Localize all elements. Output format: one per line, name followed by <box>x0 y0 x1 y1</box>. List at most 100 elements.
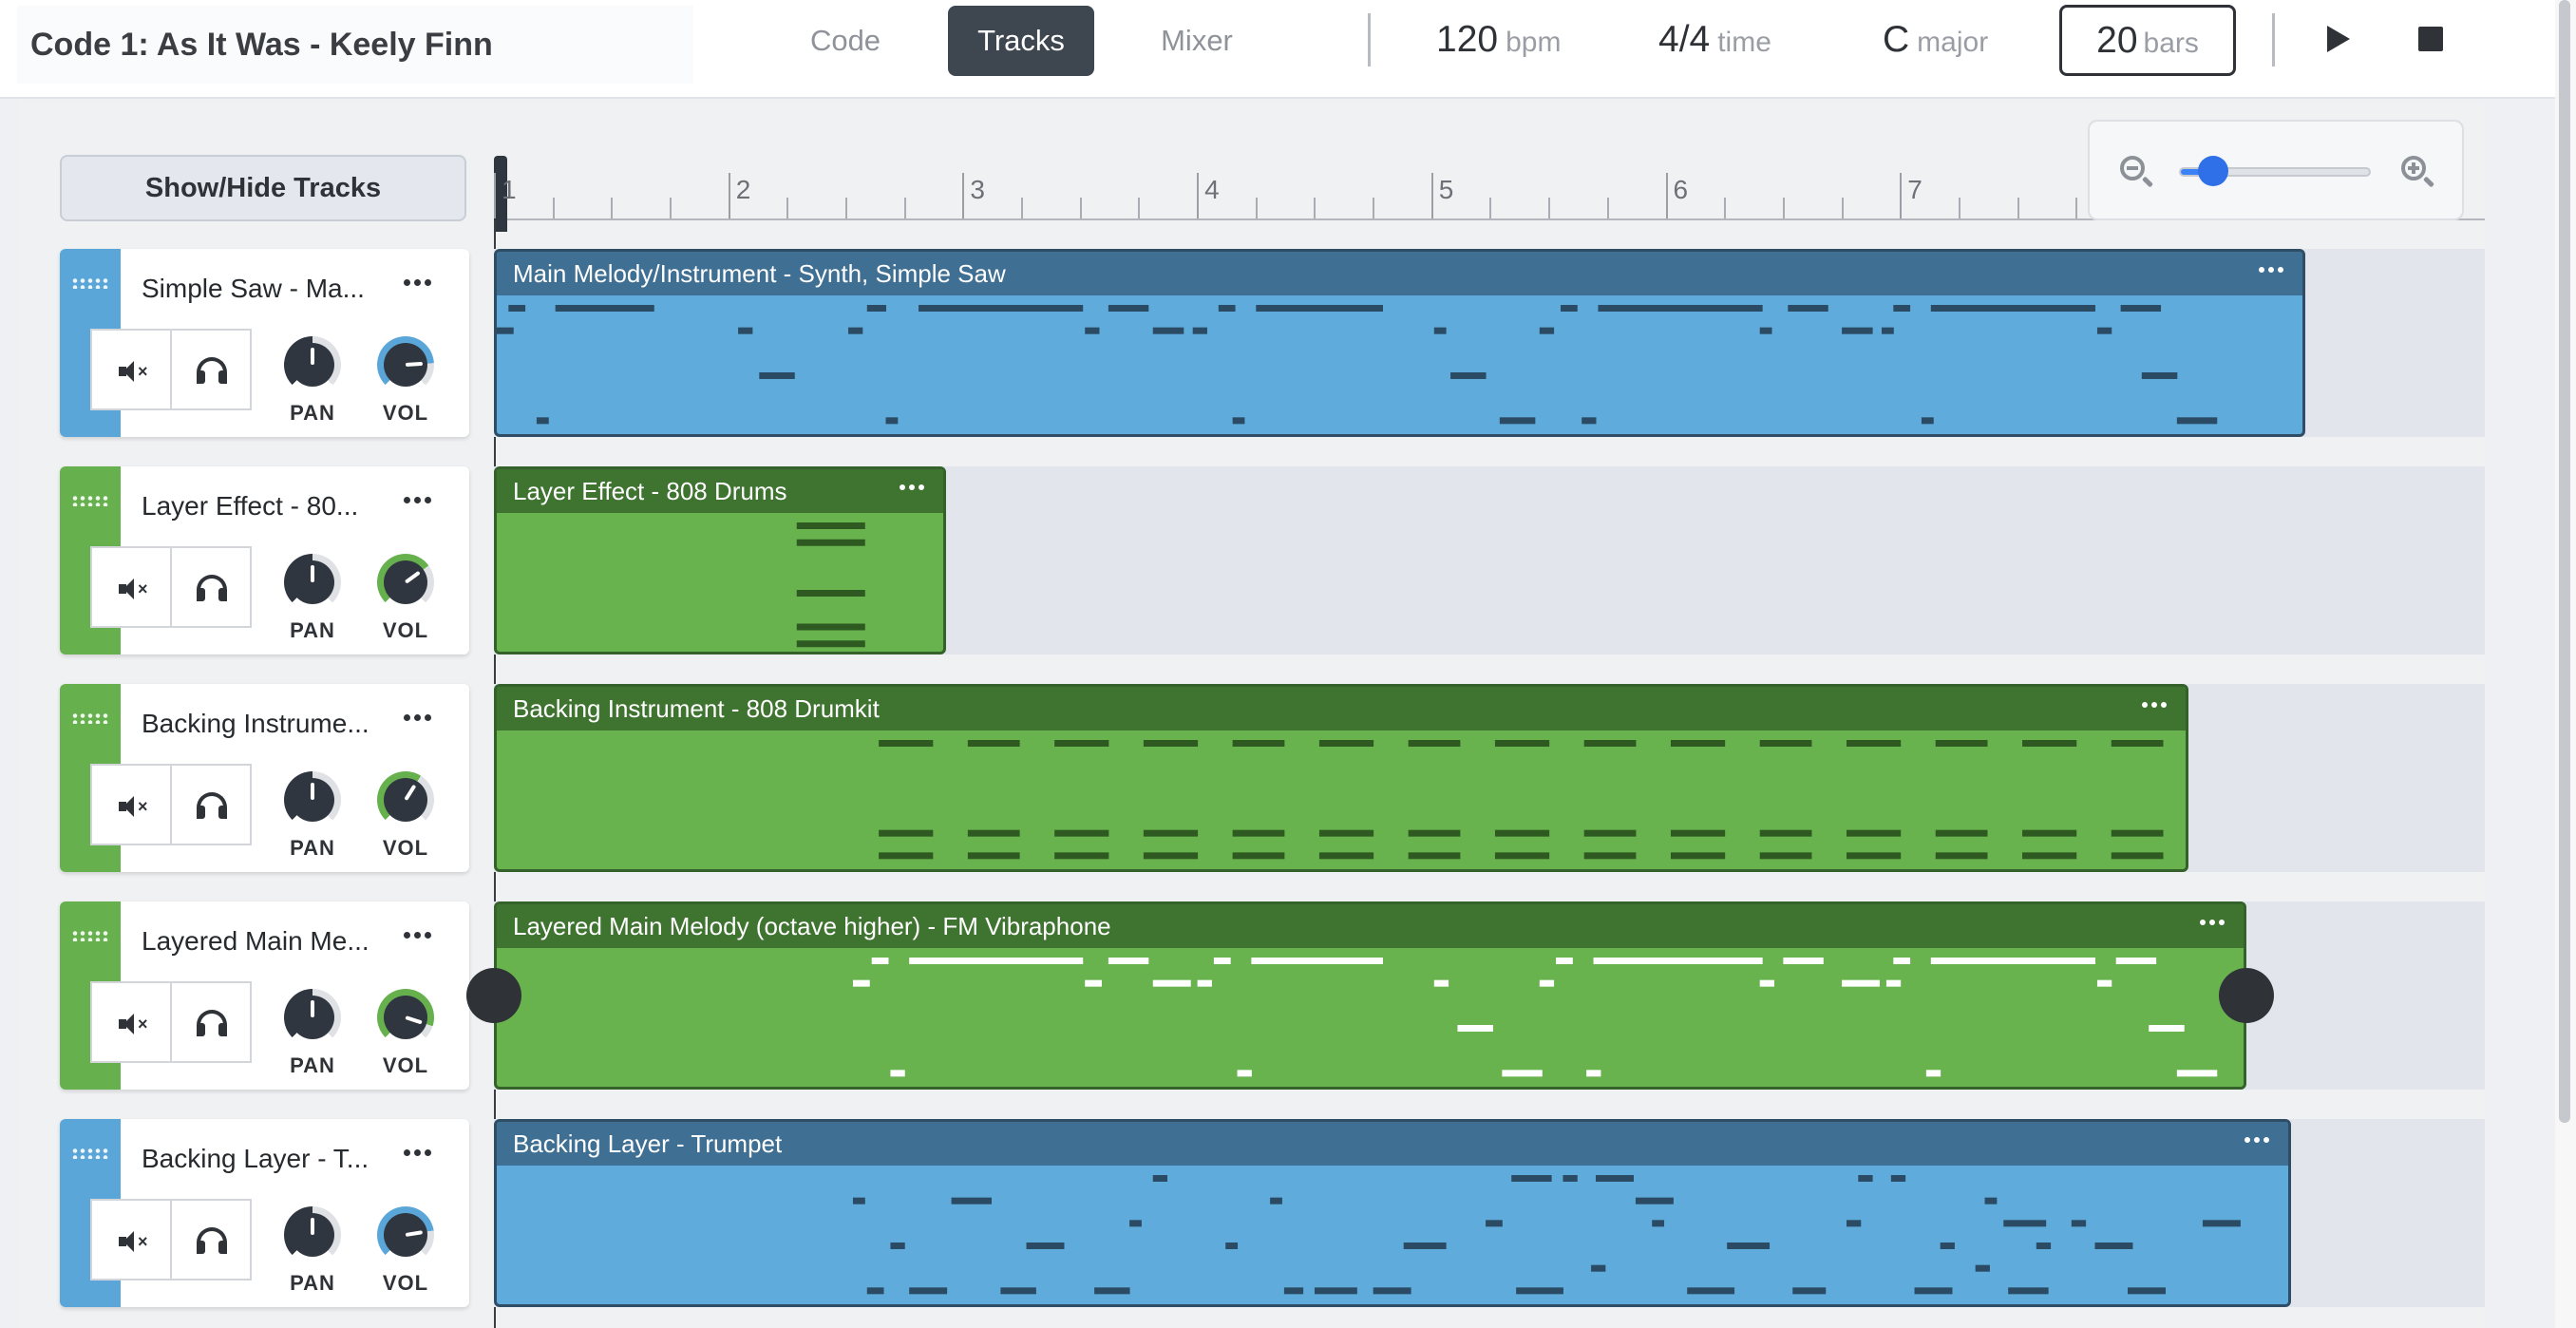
midi-note[interactable] <box>1197 979 1212 987</box>
midi-note[interactable] <box>1582 417 1597 425</box>
midi-note[interactable] <box>1759 979 1774 987</box>
midi-note[interactable] <box>1890 1175 1906 1182</box>
scrollbar-thumb[interactable] <box>2559 0 2570 1123</box>
pan-knob[interactable] <box>284 1206 341 1263</box>
midi-note[interactable] <box>555 305 654 312</box>
tab-tracks[interactable]: Tracks <box>948 6 1094 76</box>
track-name[interactable]: Simple Saw - Ma... <box>142 274 369 304</box>
track-lane[interactable]: Layered Main Melody (octave higher) - FM… <box>466 901 2485 1090</box>
clip-options-button[interactable] <box>2251 256 2297 288</box>
midi-note[interactable] <box>866 1287 884 1295</box>
midi-note[interactable] <box>1930 305 2095 312</box>
midi-note[interactable] <box>1670 829 1726 837</box>
track-name[interactable]: Layer Effect - 80... <box>142 491 369 522</box>
midi-note[interactable] <box>1556 958 1573 964</box>
midi-note[interactable] <box>1108 958 1149 964</box>
volume-knob[interactable] <box>377 554 434 611</box>
clip-header[interactable]: Backing Layer - Trumpet <box>497 1122 2289 1166</box>
track-lane[interactable]: Layer Effect - 808 Drums <box>494 466 2485 655</box>
track-clip[interactable]: Backing Layer - Trumpet <box>494 1119 2292 1307</box>
midi-note[interactable] <box>909 1287 948 1295</box>
midi-note[interactable] <box>2120 305 2162 312</box>
midi-note[interactable] <box>2111 852 2164 860</box>
midi-note[interactable] <box>1783 958 1824 964</box>
clip-resize-handle-right[interactable] <box>2219 968 2275 1023</box>
midi-note[interactable] <box>536 417 549 425</box>
midi-note[interactable] <box>508 305 526 312</box>
midi-note[interactable] <box>1094 1287 1130 1295</box>
midi-note[interactable] <box>1225 1243 1239 1249</box>
midi-note[interactable] <box>1143 829 1199 837</box>
midi-note[interactable] <box>796 590 865 597</box>
midi-note[interactable] <box>890 1243 905 1249</box>
midi-note[interactable] <box>1152 979 1191 987</box>
time-signature-display[interactable]: 4/4 time <box>1658 11 1771 68</box>
midi-note[interactable] <box>1893 958 1911 964</box>
volume-knob[interactable] <box>377 1206 434 1263</box>
midi-note[interactable] <box>1152 327 1184 334</box>
zoom-out-icon[interactable] <box>2118 154 2154 190</box>
midi-note[interactable] <box>1085 979 1102 987</box>
midi-note[interactable] <box>2128 1287 2166 1295</box>
midi-note[interactable] <box>1283 1287 1304 1295</box>
midi-note[interactable] <box>1921 417 1934 425</box>
midi-note[interactable] <box>1930 958 2095 964</box>
key-display[interactable]: Cmajor <box>1883 11 1988 68</box>
volume-knob[interactable] <box>377 771 434 828</box>
mute-button[interactable]: × <box>90 981 172 1063</box>
midi-note[interactable] <box>1237 1070 1252 1077</box>
midi-note[interactable] <box>1935 829 1988 837</box>
clip-options-button[interactable] <box>2192 908 2238 940</box>
midi-note[interactable] <box>1192 327 1207 334</box>
midi-note[interactable] <box>2111 740 2164 747</box>
midi-note[interactable] <box>1494 829 1550 837</box>
midi-note[interactable] <box>866 305 886 312</box>
midi-note[interactable] <box>1408 740 1461 747</box>
clip-options-button[interactable] <box>2134 691 2180 723</box>
track-options-button[interactable] <box>394 480 445 520</box>
midi-note[interactable] <box>1759 740 1812 747</box>
midi-note[interactable] <box>1591 1264 1606 1272</box>
midi-note[interactable] <box>967 829 1020 837</box>
track-clip[interactable]: Layer Effect - 808 Drums <box>494 466 947 655</box>
midi-note[interactable] <box>1635 1197 1674 1205</box>
midi-note[interactable] <box>1232 417 1245 425</box>
midi-note[interactable] <box>1539 327 1555 334</box>
midi-note[interactable] <box>1502 1070 1543 1077</box>
midi-note[interactable] <box>1975 1264 1990 1272</box>
midi-note[interactable] <box>1232 852 1285 860</box>
midi-note[interactable] <box>1586 1070 1601 1077</box>
midi-note[interactable] <box>1403 1243 1447 1249</box>
mute-button[interactable]: × <box>90 546 172 628</box>
pan-knob[interactable] <box>284 336 341 393</box>
midi-note[interactable] <box>1218 305 1236 312</box>
pan-knob[interactable] <box>284 989 341 1046</box>
midi-note[interactable] <box>1687 1287 1735 1295</box>
midi-note[interactable] <box>848 327 863 334</box>
mute-button[interactable]: × <box>90 764 172 845</box>
midi-note[interactable] <box>796 623 865 631</box>
midi-note[interactable] <box>2111 829 2164 837</box>
midi-note[interactable] <box>1583 829 1637 837</box>
midi-note[interactable] <box>1232 740 1285 747</box>
midi-note[interactable] <box>759 372 795 379</box>
track-name[interactable]: Backing Instrume... <box>142 709 369 739</box>
midi-note[interactable] <box>2202 1220 2241 1227</box>
tab-code[interactable]: Code <box>779 6 912 76</box>
midi-note[interactable] <box>1494 740 1550 747</box>
track-lane[interactable]: Backing Instrument - 808 Drumkit <box>494 684 2485 872</box>
midi-note[interactable] <box>1499 417 1536 425</box>
midi-note[interactable] <box>1914 1287 1953 1295</box>
midi-note[interactable] <box>1486 1220 1503 1227</box>
midi-note[interactable] <box>1143 852 1199 860</box>
midi-note[interactable] <box>1251 958 1383 964</box>
clip-options-button[interactable] <box>892 473 938 505</box>
midi-note[interactable] <box>909 958 1084 964</box>
midi-note[interactable] <box>2096 327 2112 334</box>
mute-button[interactable]: × <box>90 1199 172 1281</box>
midi-note[interactable] <box>1596 1175 1634 1182</box>
midi-note[interactable] <box>1511 1175 1552 1182</box>
midi-note[interactable] <box>1318 829 1374 837</box>
midi-note[interactable] <box>2003 1220 2047 1227</box>
pan-knob[interactable] <box>284 771 341 828</box>
